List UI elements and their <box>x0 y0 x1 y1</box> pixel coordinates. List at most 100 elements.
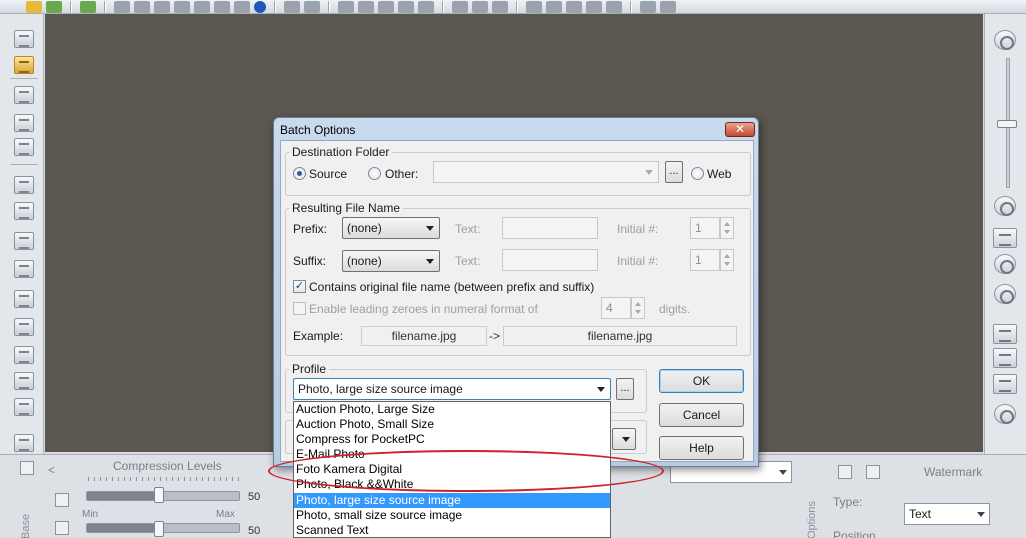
zoom-slider-thumb[interactable] <box>997 120 1017 128</box>
distribute-icon[interactable] <box>993 348 1017 368</box>
compression-slider-2-thumb[interactable] <box>154 521 164 537</box>
scan-settings-icon[interactable] <box>14 86 34 104</box>
import-icon[interactable] <box>14 138 34 156</box>
tile-view-icon[interactable] <box>14 372 34 390</box>
gear-icon[interactable] <box>194 0 210 13</box>
leading-zeroes-label[interactable]: Enable leading zeroes in numeral format … <box>309 302 538 316</box>
details-icon[interactable] <box>14 318 34 336</box>
select-ellipse-icon[interactable] <box>546 0 562 13</box>
layout-icon[interactable] <box>640 0 656 13</box>
web-radio[interactable] <box>691 167 704 180</box>
list-view-icon[interactable] <box>14 346 34 364</box>
arrange-icon[interactable] <box>993 374 1017 394</box>
resize-icon[interactable] <box>358 0 374 13</box>
thumbnails-icon[interactable] <box>14 260 34 278</box>
suffix-initial-input[interactable]: 1 <box>690 249 720 271</box>
hand-icon[interactable] <box>452 0 468 13</box>
leading-zeroes-checkbox[interactable] <box>293 302 306 315</box>
effects-icon[interactable] <box>418 0 434 13</box>
align-icon[interactable] <box>993 324 1017 344</box>
profile-option[interactable]: Scanned Text <box>294 523 610 537</box>
watermark-add-icon[interactable] <box>838 465 852 479</box>
suffix-select[interactable]: (none) <box>342 250 440 272</box>
profile-more-button[interactable]: ... <box>616 378 634 400</box>
select-all-icon[interactable] <box>586 0 602 13</box>
options-tab-label[interactable]: Options <box>806 501 818 538</box>
other-folder-combo[interactable] <box>433 161 659 183</box>
cancel-button[interactable]: Cancel <box>659 403 744 427</box>
new-item-icon[interactable] <box>80 0 96 13</box>
refresh-icon[interactable] <box>994 404 1016 424</box>
compression-value-2[interactable]: 50 <box>246 525 272 538</box>
columns-icon[interactable] <box>14 290 34 308</box>
copy-icon[interactable] <box>114 0 130 13</box>
other-radio[interactable] <box>368 167 381 180</box>
contains-original-checkbox[interactable]: ✓ <box>293 280 306 293</box>
scan-icon[interactable] <box>14 30 34 48</box>
add-icon[interactable] <box>46 0 62 13</box>
scroll-left-arrow[interactable]: < <box>48 463 55 477</box>
window-icon[interactable] <box>284 0 300 13</box>
browse-folder-button[interactable]: ... <box>665 161 683 183</box>
rotate-icon[interactable] <box>994 284 1016 304</box>
profile-option-selected[interactable]: Photo, large size source image <box>294 493 610 508</box>
open-folder-icon[interactable] <box>26 0 42 13</box>
web-radio-label[interactable]: Web <box>707 167 731 181</box>
mail-icon[interactable] <box>214 0 230 13</box>
base-tab-label[interactable]: Base <box>20 514 32 538</box>
prefix-select[interactable]: (none) <box>342 217 440 239</box>
grid-icon[interactable] <box>14 232 34 250</box>
panel-toggle-icon[interactable] <box>14 434 34 452</box>
deselect-icon[interactable] <box>606 0 622 13</box>
profile-option[interactable]: Auction Photo, Small Size <box>294 417 610 432</box>
fit-width-icon[interactable] <box>993 228 1017 248</box>
profile-option[interactable]: Foto Kamera Digital <box>294 462 610 477</box>
compression-value-1[interactable]: 50 <box>246 491 272 507</box>
source-radio[interactable] <box>293 167 306 180</box>
watermark-remove-icon[interactable] <box>866 465 880 479</box>
help-icon[interactable] <box>254 0 266 13</box>
help-button[interactable]: Help <box>659 436 744 460</box>
print-icon[interactable] <box>174 0 190 13</box>
zoom-in-icon[interactable] <box>994 30 1016 50</box>
contains-original-label[interactable]: Contains original file name (between pre… <box>309 280 594 294</box>
ok-button[interactable]: OK <box>659 369 744 393</box>
color-icon[interactable] <box>378 0 394 13</box>
profile-option[interactable]: Compress for PocketPC <box>294 432 610 447</box>
suffix-initial-spinner[interactable] <box>720 249 734 271</box>
profile-option[interactable]: Photo, Black &&White <box>294 477 610 492</box>
key-icon[interactable] <box>14 56 34 74</box>
filmstrip-icon[interactable] <box>14 398 34 416</box>
select-rect-icon[interactable] <box>526 0 542 13</box>
close-icon[interactable]: ✕ <box>725 122 755 137</box>
filter-icon[interactable] <box>398 0 414 13</box>
profile-select[interactable]: Photo, large size source image <box>293 378 611 400</box>
digits-input[interactable]: 4 <box>601 297 631 319</box>
profile-option[interactable]: Photo, small size source image <box>294 508 610 523</box>
profile-option[interactable]: Auction Photo, Large Size <box>294 402 610 417</box>
magnifier-icon[interactable] <box>994 254 1016 274</box>
pointer-icon[interactable] <box>472 0 488 13</box>
prefix-text-input[interactable] <box>502 217 598 239</box>
lasso-icon[interactable] <box>566 0 582 13</box>
compression-slider-1-thumb[interactable] <box>154 487 164 503</box>
digits-spinner[interactable] <box>631 297 645 319</box>
watermark-type-select[interactable]: Text <box>904 503 990 525</box>
panel-checkbox[interactable] <box>20 461 34 475</box>
save-icon[interactable] <box>154 0 170 13</box>
settings-icon[interactable] <box>134 0 150 13</box>
prefix-initial-input[interactable]: 1 <box>690 217 720 239</box>
zoom-out-icon[interactable] <box>994 196 1016 216</box>
secondary-select[interactable] <box>612 428 636 450</box>
view-icon[interactable] <box>660 0 676 13</box>
brush-icon[interactable] <box>492 0 508 13</box>
crop-icon[interactable] <box>338 0 354 13</box>
prefix-initial-spinner[interactable] <box>720 217 734 239</box>
slideshow-icon[interactable] <box>304 0 320 13</box>
suffix-text-input[interactable] <box>502 249 598 271</box>
zoom-select-icon[interactable] <box>14 202 34 220</box>
scan-batch-icon[interactable] <box>14 114 34 132</box>
profile-option[interactable]: E-Mail Photo <box>294 447 610 462</box>
tag-icon[interactable] <box>234 0 250 13</box>
zoom-fit-icon[interactable] <box>14 176 34 194</box>
